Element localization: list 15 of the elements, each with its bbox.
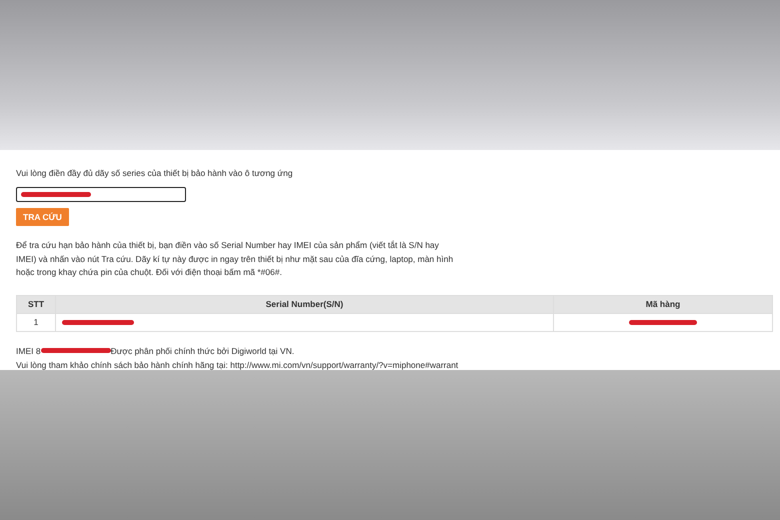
redaction-mark xyxy=(62,320,134,326)
search-button[interactable]: TRA CỨU xyxy=(16,208,69,226)
column-header: STT xyxy=(16,295,56,313)
redaction-mark xyxy=(21,192,91,197)
imei-label: IMEI 8 xyxy=(16,346,41,356)
instruction-text: Vui lòng điền đầy đủ dãy số series của thiết bị bảo hành vào ô tương ứng xyxy=(16,168,293,178)
redaction-mark xyxy=(40,348,111,353)
table-cell: 1 xyxy=(16,313,56,331)
column-header: Serial Number(S/N) xyxy=(56,295,554,313)
help-text: Để tra cứu hạn bảo hành của thiết bị, bạn điền vào số Serial Number hay IMEI của sản phẩm (viết tắt là S/N hay IMEI) và nhấn vào nút Tra cứu. Dãy kí tự này được in ngay trên thiết bị như mặt sau của đĩa cứng, laptop, màn hình hoặc trong khay chứa pin của chuột. Đối với điện thoại bấm mã *#06#. xyxy=(16,239,454,279)
serial-input-field[interactable] xyxy=(16,187,186,202)
redaction-mark xyxy=(629,320,697,326)
column-header: Mã hàng xyxy=(554,295,772,313)
distributor-text: Được phân phối chính thức bởi Digiworld tại VN. xyxy=(110,346,294,356)
warranty-policy-text: Vui lòng tham khảo chính sách bảo hành chính hãng tại: http://www.mi.com/vn/support/warranty/?v=miphone#warrant xyxy=(16,360,458,370)
